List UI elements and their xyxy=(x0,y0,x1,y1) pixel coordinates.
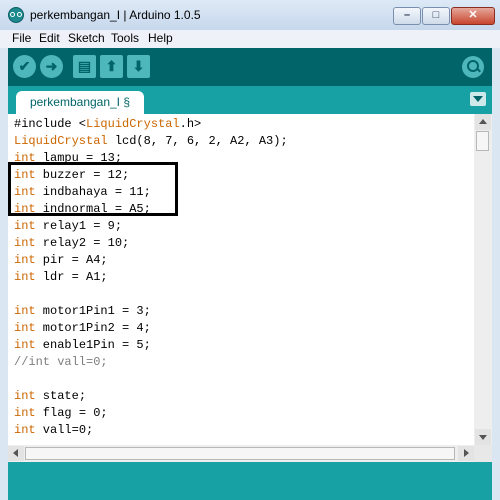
toolbar: ✔ ➜ ▤ ⬆ ⬇ xyxy=(8,48,492,86)
arrow-right-icon: ➜ xyxy=(45,58,58,74)
scroll-up-icon[interactable] xyxy=(475,114,491,130)
code-statement: vall=0; xyxy=(35,423,94,437)
vertical-scroll-thumb[interactable] xyxy=(476,131,489,151)
tab-bar: perkembangan_I § xyxy=(8,86,492,114)
code-keyword: int xyxy=(14,304,36,318)
code-keyword: LiquidCrystal xyxy=(14,134,108,148)
new-button[interactable]: ▤ xyxy=(73,55,96,78)
code-statement: state; xyxy=(35,389,87,403)
code-keyword: int xyxy=(14,423,36,437)
code-statement: motor1Pin2 = 4; xyxy=(35,321,151,335)
code-line[interactable]: LiquidCrystal lcd(8, 7, 6, 2, A2, A3); xyxy=(14,134,288,148)
menu-help[interactable]: Help xyxy=(148,31,173,45)
code-line[interactable]: int ldr = A1; xyxy=(14,270,108,284)
code-statement: relay1 = 9; xyxy=(35,219,123,233)
horizontal-scrollbar[interactable] xyxy=(8,445,474,462)
code-statement: enable1Pin = 5; xyxy=(35,338,151,352)
code-statement: pir = A4; xyxy=(35,253,108,267)
scrollbar-corner xyxy=(474,445,492,462)
scroll-down-icon[interactable] xyxy=(475,429,491,445)
menu-file[interactable]: File xyxy=(12,31,31,45)
code-statement: motor1Pin1 = 3; xyxy=(35,304,151,318)
code-statement: flag = 0; xyxy=(35,406,108,420)
close-button[interactable]: ✕ xyxy=(451,7,495,25)
annotation-highlight-box xyxy=(8,162,178,216)
menu-bar: File Edit Sketch Tools Help xyxy=(0,30,500,48)
code-statement: relay2 = 10; xyxy=(35,236,130,250)
code-line[interactable]: #include <LiquidCrystal.h> xyxy=(14,117,201,131)
menu-tools[interactable]: Tools xyxy=(111,31,139,45)
vertical-scrollbar[interactable] xyxy=(474,114,492,445)
code-keyword: int xyxy=(14,338,36,352)
status-bar xyxy=(8,462,492,500)
code-keyword: int xyxy=(14,219,36,233)
code-keyword: int xyxy=(14,236,36,250)
code-keyword: int xyxy=(14,253,36,267)
serial-monitor-button[interactable] xyxy=(462,56,484,78)
code-library-name: LiquidCrystal xyxy=(86,117,180,131)
open-arrow-up-icon: ⬆ xyxy=(105,58,118,74)
tab-sketch[interactable]: perkembangan_I § xyxy=(16,91,144,114)
code-line[interactable]: int motor1Pin1 = 3; xyxy=(14,304,151,318)
arduino-logo-icon xyxy=(8,7,24,23)
verify-button[interactable]: ✔ xyxy=(13,55,36,78)
code-line[interactable]: int enable1Pin = 5; xyxy=(14,338,151,352)
maximize-button[interactable]: □ xyxy=(422,7,450,25)
save-button[interactable]: ⬇ xyxy=(127,55,150,78)
minimize-button[interactable]: – xyxy=(393,7,421,25)
horizontal-scroll-thumb[interactable] xyxy=(25,447,455,460)
code-keyword: int xyxy=(14,270,36,284)
code-statement: lcd(8, 7, 6, 2, A2, A3); xyxy=(107,134,288,148)
code-line[interactable]: int relay1 = 9; xyxy=(14,219,122,233)
scroll-right-icon[interactable] xyxy=(458,446,474,461)
code-comment: //int vall=0; xyxy=(14,355,108,369)
code-keyword: int xyxy=(14,406,36,420)
code-include-suffix: .h> xyxy=(179,117,202,131)
window-title: perkembangan_I | Arduino 1.0.5 xyxy=(30,8,201,22)
menu-sketch[interactable]: Sketch xyxy=(68,31,105,45)
code-line[interactable]: int state; xyxy=(14,389,86,403)
save-arrow-down-icon: ⬇ xyxy=(132,58,145,74)
code-line[interactable]: int pir = A4; xyxy=(14,253,108,267)
tab-menu-dropdown-icon[interactable] xyxy=(470,92,486,106)
code-keyword: int xyxy=(14,321,36,335)
code-line[interactable]: int motor1Pin2 = 4; xyxy=(14,321,151,335)
code-statement: ldr = A1; xyxy=(35,270,108,284)
new-file-icon: ▤ xyxy=(77,58,92,74)
upload-button[interactable]: ➜ xyxy=(40,55,63,78)
code-line[interactable]: int flag = 0; xyxy=(14,406,108,420)
code-line[interactable]: //int vall=0; xyxy=(14,355,108,369)
menu-edit[interactable]: Edit xyxy=(39,31,60,45)
open-button[interactable]: ⬆ xyxy=(100,55,123,78)
scroll-left-icon[interactable] xyxy=(8,446,24,461)
code-line[interactable]: int vall=0; xyxy=(14,423,93,437)
window-title-bar: perkembangan_I | Arduino 1.0.5 – □ ✕ xyxy=(0,0,500,31)
code-keyword: int xyxy=(14,389,36,403)
code-line[interactable]: int relay2 = 10; xyxy=(14,236,129,250)
code-include-directive: #include < xyxy=(14,117,87,131)
check-icon: ✔ xyxy=(18,58,31,74)
